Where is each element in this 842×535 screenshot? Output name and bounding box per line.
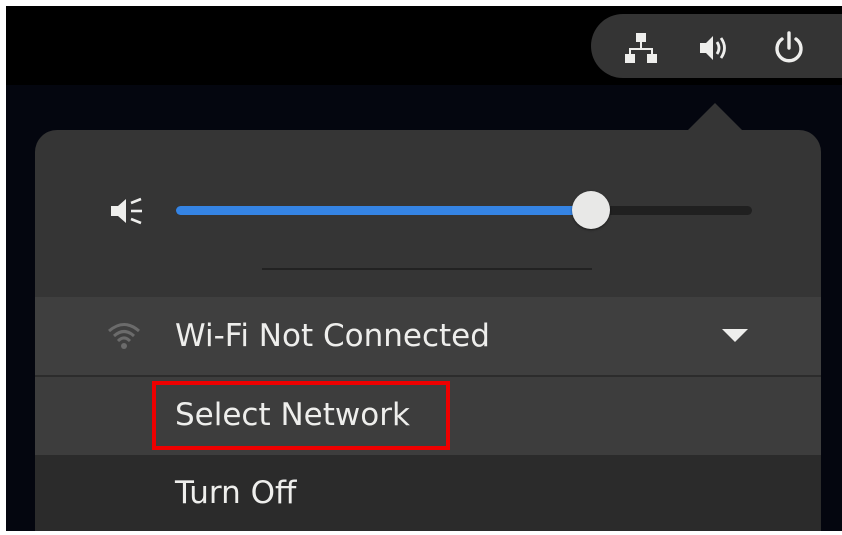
system-indicators[interactable] xyxy=(591,14,842,78)
volume-slider[interactable] xyxy=(176,191,752,229)
volume-slider-fill xyxy=(176,206,591,215)
select-network-label: Select Network xyxy=(175,397,410,433)
volume-slider-handle[interactable] xyxy=(571,191,610,229)
turn-off-label: Turn Off xyxy=(175,475,297,511)
system-menu: Wi-Fi Not Connected Select Network Turn … xyxy=(35,130,821,531)
menu-pointer-arrow xyxy=(687,103,743,131)
wifi-status-label: Wi-Fi Not Connected xyxy=(175,318,490,354)
power-icon[interactable] xyxy=(771,30,807,66)
chevron-down-icon[interactable] xyxy=(722,329,748,342)
volume-high-icon[interactable] xyxy=(696,30,732,66)
wifi-submenu: Select Network Turn Off xyxy=(35,377,821,531)
screen: Wi-Fi Not Connected Select Network Turn … xyxy=(0,0,842,535)
volume-muted-icon[interactable] xyxy=(107,191,147,231)
network-wired-icon[interactable] xyxy=(623,30,659,66)
wifi-icon xyxy=(107,319,141,353)
select-network-item[interactable]: Select Network xyxy=(35,377,821,455)
volume-row xyxy=(35,180,821,242)
wifi-menu-header[interactable]: Wi-Fi Not Connected xyxy=(35,297,821,377)
turn-off-item[interactable]: Turn Off xyxy=(35,455,821,533)
menu-separator xyxy=(262,268,592,270)
